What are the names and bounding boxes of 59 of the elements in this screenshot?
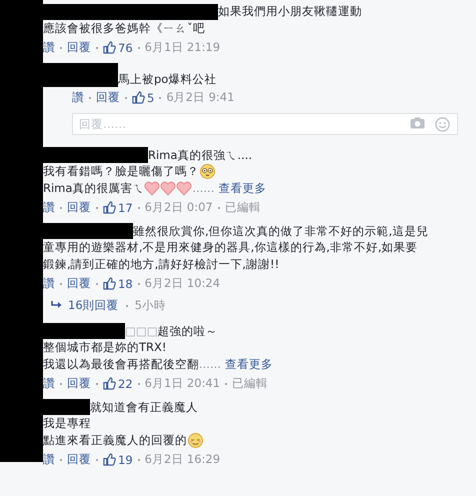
ellipsis-text: ...... — [192, 181, 214, 196]
ellipsis-text: ...... — [199, 357, 221, 372]
like-link[interactable]: 讚 — [43, 376, 55, 391]
comment-text: 我有看錯嗎？臉是曬傷了嗎？ — [43, 164, 199, 180]
comment-text: 超強的啦～ — [158, 324, 218, 338]
like-count[interactable]: 19 — [103, 452, 133, 466]
like-count[interactable]: 18 — [103, 276, 133, 290]
comment-text: 整個城市都是妳的TRX! — [43, 340, 167, 356]
like-link[interactable]: 讚 — [43, 200, 55, 215]
reply-field[interactable]: 回覆…… — [72, 112, 458, 134]
like-count[interactable]: 5 — [132, 90, 154, 104]
comment-time: 6月2日 16:29 — [144, 452, 220, 467]
hearts-icon — [144, 180, 192, 196]
see-more-link[interactable]: 查看更多 — [218, 180, 266, 196]
comment-text: 我還以為最後會再搭配後空翻 — [43, 356, 199, 372]
comment-text: 點進來看正義魔人的回覆的 — [43, 432, 187, 448]
comment-time: 6月2日 0:07 — [144, 200, 213, 215]
like-link[interactable]: 讚 — [43, 276, 55, 291]
reply-link[interactable]: 回覆 — [67, 276, 91, 291]
reply-link[interactable]: 回覆 — [67, 40, 91, 55]
like-count[interactable]: 17 — [103, 200, 133, 214]
like-link[interactable]: 讚 — [72, 90, 84, 105]
comment-text: 雖然很欣賞你,但你這次真的做了非常不好的示範,這是兒 — [133, 224, 428, 238]
comment-text: 我是專程 — [43, 416, 91, 432]
reply-link[interactable]: 回覆 — [67, 200, 91, 215]
see-more-link[interactable]: 查看更多 — [224, 356, 273, 372]
thumbs-up-icon — [132, 91, 145, 104]
comment-time: 6月2日 10:24 — [144, 276, 220, 291]
reply-time: 5小時 — [134, 298, 166, 313]
smiley-icon[interactable] — [435, 116, 450, 132]
thumbs-up-icon — [103, 201, 116, 214]
like-count[interactable]: 76 — [103, 40, 133, 54]
comment-text: 童專用的遊樂器材,不是用來健身的器具,你這樣的行為,非常不好,如果要 — [43, 240, 418, 256]
comment-text: 鍛鍊,請到正確的地方,請好好檢討一下,謝謝!! — [43, 256, 280, 272]
thumbs-up-icon — [103, 377, 116, 390]
comment-time: 6月1日 20:41 — [144, 376, 220, 391]
view-replies-link[interactable]: 16則回覆 — [68, 298, 119, 313]
reply-link[interactable]: 回覆 — [67, 452, 91, 467]
comment-text: 應該會被很多爸媽幹《ㄧㄠˇ吧 — [43, 20, 205, 36]
comment-text: Rima真的很厲害ㄟ — [43, 180, 144, 196]
thumbs-up-icon — [103, 277, 116, 290]
comment-time: 6月2日 9:41 — [166, 90, 234, 105]
comment-time: 6月1日 21:19 — [144, 40, 220, 55]
comment-text: 就知道會有正義魔人 — [90, 400, 198, 414]
comment-text: 馬上被po爆料公社 — [118, 72, 216, 86]
reply-link[interactable]: 回覆 — [67, 376, 91, 391]
reply-arrow-icon — [51, 301, 62, 310]
reply-link[interactable]: 回覆 — [96, 90, 120, 105]
like-count[interactable]: 22 — [103, 376, 133, 390]
comment-text: Rima真的很強ㄟ.... — [148, 148, 252, 162]
camera-icon[interactable] — [410, 116, 425, 128]
thumbs-up-icon — [103, 453, 116, 466]
name-fragment: □□□ — [125, 324, 158, 338]
smiling-face-icon — [188, 432, 203, 448]
thumbs-up-icon — [103, 41, 116, 54]
like-link[interactable]: 讚 — [43, 40, 55, 55]
comment-text: 如果我們用小朋友鞦韆運動 — [218, 4, 362, 19]
like-link[interactable]: 讚 — [43, 452, 55, 467]
flushed-face-icon — [200, 164, 215, 180]
